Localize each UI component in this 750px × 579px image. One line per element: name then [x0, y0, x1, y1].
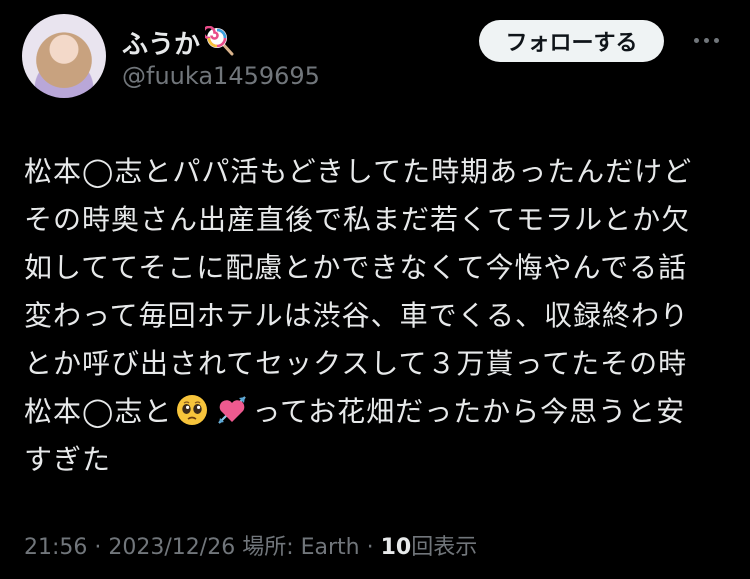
tweet-line: その時奥さん出産直後で私まだ若くてモラルとか欠: [24, 203, 691, 236]
separator: ·: [359, 535, 381, 560]
display-name[interactable]: ふうか: [122, 24, 200, 61]
tweet-text-fragment: 松本◯志と: [24, 395, 173, 428]
tweet-metadata: 21:56 · 2023/12/26 場所: Earth · 10回表示: [24, 529, 477, 561]
tweet-line: とか呼び出されてセックスして３万貰ってたその時: [24, 347, 688, 380]
avatar[interactable]: [22, 14, 106, 98]
tweet-line: 如しててそこに配慮とかできなくて今悔やんでる話: [24, 251, 688, 284]
tweet-time[interactable]: 21:56: [24, 535, 87, 560]
view-count: 10: [380, 535, 412, 560]
more-icon[interactable]: [694, 30, 724, 50]
tweet-line-with-emoji: 松本◯志と ってお花畑だったから今思うと安: [24, 388, 730, 436]
follow-button[interactable]: フォローする: [479, 20, 664, 62]
tweet-line: すぎた: [24, 443, 112, 476]
tweet-line: 松本◯志とパパ活もどきしてた時期あったんだけど: [24, 155, 693, 188]
pleading-face-icon: [177, 395, 208, 425]
tweet-line: 変わって毎回ホテルは渋谷、車でくる、収録終わり: [24, 299, 690, 332]
user-handle[interactable]: @fuuka1459695: [122, 62, 320, 90]
tweet-text: 松本◯志とパパ活もどきしてた時期あったんだけど その時奥さん出産直後で私まだ若く…: [24, 148, 730, 484]
tweet-date[interactable]: 2023/12/26: [108, 535, 235, 560]
lollipop-icon: [205, 26, 234, 56]
separator: ·: [87, 535, 109, 560]
tweet-text-fragment: ってお花畑だったから今思うと安: [252, 395, 686, 428]
tweet-location: 場所: Earth: [235, 535, 360, 560]
heart-with-arrow-icon: [218, 396, 247, 424]
view-count-label: 回表示: [411, 535, 478, 560]
